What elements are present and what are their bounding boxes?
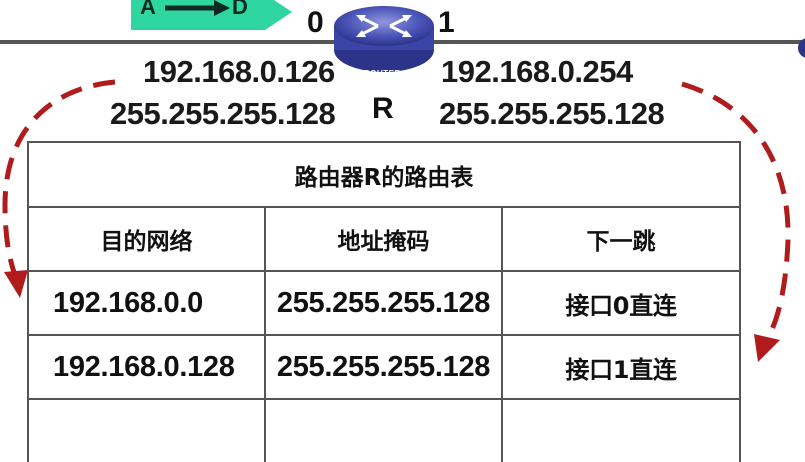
router-name: R xyxy=(372,92,394,125)
row-2-mask: 255.255.255.128 xyxy=(264,334,503,400)
header-next-hop: 下一跳 xyxy=(500,206,742,272)
router-badge-text: ROUTER xyxy=(364,69,401,78)
table-row: 192.168.0.0 255.255.255.128 接口0直连 xyxy=(27,270,742,336)
routing-table: 路由器R的路由表 目的网络 地址掩码 下一跳 192.168.0.0 255.2… xyxy=(26,141,742,462)
host-d-label: D xyxy=(232,0,248,19)
row-2-destination: 192.168.0.128 xyxy=(27,334,266,400)
row-3-mask xyxy=(264,398,503,462)
port-1-label: 1 xyxy=(438,6,455,39)
host-a-label: A xyxy=(140,0,156,19)
table-row: 192.168.0.128 255.255.255.128 接口1直连 xyxy=(27,334,742,400)
header-address-mask: 地址掩码 xyxy=(264,206,503,272)
port-0-label: 0 xyxy=(307,6,324,39)
header-destination-network: 目的网络 xyxy=(27,206,266,272)
row-3-destination xyxy=(27,398,266,462)
row-1-destination: 192.168.0.0 xyxy=(27,270,266,336)
row-3-next-hop xyxy=(500,398,742,462)
routing-table-title: 路由器R的路由表 xyxy=(26,141,742,208)
row-2-next-hop: 接口1直连 xyxy=(500,334,742,400)
row-1-next-hop: 接口0直连 xyxy=(500,270,742,336)
port-0-ip: 192.168.0.126 xyxy=(143,54,335,89)
port-1-ip: 192.168.0.254 xyxy=(441,54,633,89)
router-icon xyxy=(334,6,434,72)
diagram-stage: A D 0 1 ROUTER R 192.168.0.126 255.255.2… xyxy=(0,0,805,462)
row-1-mask: 255.255.255.128 xyxy=(264,270,503,336)
table-row xyxy=(27,398,742,462)
port-1-mask: 255.255.255.128 xyxy=(439,96,665,131)
port-0-mask: 255.255.255.128 xyxy=(110,96,336,131)
